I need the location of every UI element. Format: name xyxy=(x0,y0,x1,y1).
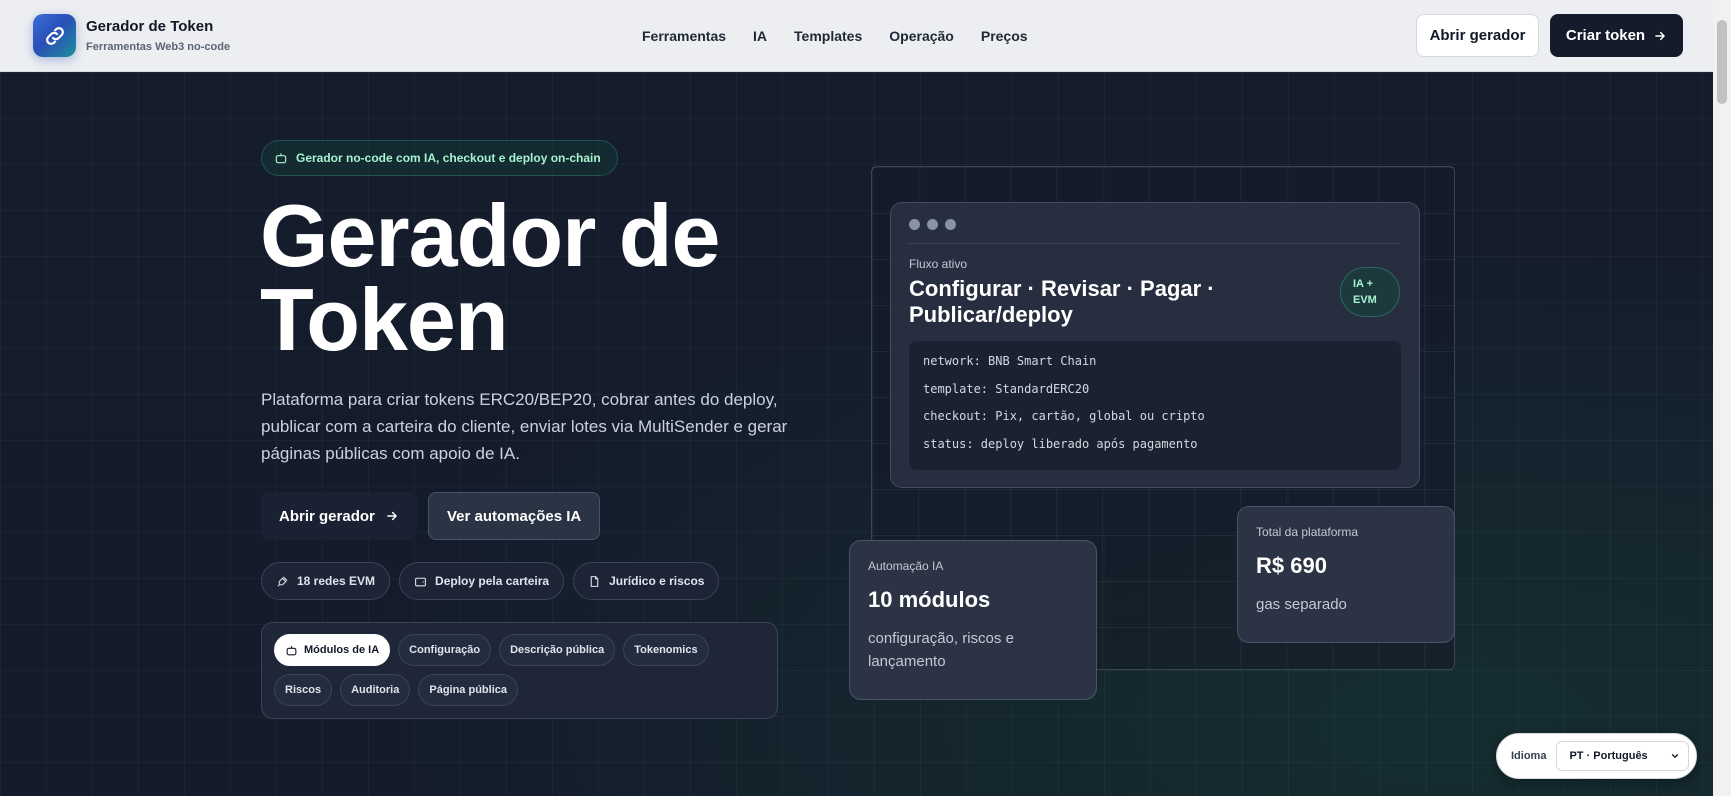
config-code-block: network: BNB Smart Chain template: Stand… xyxy=(909,341,1401,470)
robot-icon xyxy=(275,153,287,164)
chip-legal: Jurídico e riscos xyxy=(573,562,720,600)
code-line-checkout: checkout: Pix, cartão, global ou cripto xyxy=(923,409,1205,423)
nav-operacao[interactable]: Operação xyxy=(889,28,954,44)
feature-pill: Gerador no-code com IA, checkout e deplo… xyxy=(261,140,618,176)
code-line-template: template: StandardERC20 xyxy=(923,381,1090,396)
ai-automation-card: Automação IA 10 módulos configuração, ri… xyxy=(849,540,1097,700)
open-generator-cta-label: Abrir gerador xyxy=(279,507,375,525)
document-icon xyxy=(590,575,599,587)
badge-line1: IA + xyxy=(1353,278,1374,290)
hero-section: Gerador no-code com IA, checkout e deplo… xyxy=(0,72,1713,796)
ia-evm-badge: IA + EVM xyxy=(1340,267,1400,317)
top-header: Gerador de Token Ferramentas Web3 no-cod… xyxy=(0,0,1713,72)
tab-risks[interactable]: Riscos xyxy=(274,674,333,706)
flow-window: Fluxo ativo Configurar · Revisar · Pagar… xyxy=(890,202,1420,488)
chip-legal-label: Jurídico e riscos xyxy=(609,574,705,588)
tabs-row-2: Riscos Auditoria Página pública xyxy=(274,674,518,706)
feature-chips: 18 redes EVM Deploy pela carteira Jurídi… xyxy=(261,562,720,600)
automation-value: 10 módulos xyxy=(868,587,991,612)
tab-ai-modules[interactable]: Módulos de IA xyxy=(274,634,391,666)
page-scrollbar[interactable] xyxy=(1713,0,1731,796)
open-generator-cta[interactable]: Abrir gerador xyxy=(261,492,417,540)
nav-ia[interactable]: IA xyxy=(753,28,767,44)
brand[interactable]: Gerador de Token Ferramentas Web3 no-cod… xyxy=(33,14,230,57)
tab-public-description[interactable]: Descrição pública xyxy=(499,634,616,666)
wallet-icon xyxy=(415,577,426,586)
plug-icon xyxy=(277,576,288,586)
window-dot xyxy=(945,219,956,230)
flow-label: Fluxo ativo xyxy=(909,257,968,271)
badge-line2: EVM xyxy=(1353,294,1377,306)
language-selected: PT · Português xyxy=(1569,750,1648,762)
nav-precos[interactable]: Preços xyxy=(981,28,1028,44)
platform-total-card: Total da plataforma R$ 690 gas separado xyxy=(1237,506,1455,643)
create-token-button[interactable]: Criar token xyxy=(1550,14,1683,57)
total-note: gas separado xyxy=(1256,596,1347,613)
link-logo-icon xyxy=(33,14,76,57)
robot-icon xyxy=(286,645,297,655)
language-select[interactable]: PT · Português xyxy=(1556,741,1690,771)
tab-public-page[interactable]: Página pública xyxy=(418,674,518,706)
language-label: Idioma xyxy=(1511,750,1547,762)
window-divider xyxy=(909,243,1401,244)
brand-title: Gerador de Token xyxy=(86,18,214,35)
flow-title: Configurar · Revisar · Pagar · Publicar/… xyxy=(909,276,1215,327)
chip-wallet-label: Deploy pela carteira xyxy=(435,574,550,588)
language-widget: Idioma PT · Português xyxy=(1496,733,1697,779)
chevron-down-icon xyxy=(1672,754,1679,758)
scrollbar-thumb[interactable] xyxy=(1717,20,1727,104)
hero-title-line2: Token xyxy=(260,270,509,369)
arrow-right-icon xyxy=(1655,31,1665,40)
tab-configuration[interactable]: Configuração xyxy=(398,634,492,666)
hero-title: Gerador de Token xyxy=(260,186,780,369)
ai-modules-tabs: Módulos de IA Configuração Descrição púb… xyxy=(261,622,778,719)
code-line-status: status: deploy liberado após pagamento xyxy=(923,436,1198,451)
window-dots xyxy=(909,219,956,230)
tab-tokenomics[interactable]: Tokenomics xyxy=(623,634,709,666)
main-nav: Ferramentas IA Templates Operação Preços xyxy=(642,0,1055,72)
automation-note: configuração, riscos e lançamento xyxy=(868,630,1014,670)
open-generator-button[interactable]: Abrir gerador xyxy=(1416,14,1539,57)
chip-wallet-deploy: Deploy pela carteira xyxy=(399,562,565,600)
code-line-network: network: BNB Smart Chain xyxy=(923,354,1097,368)
tabs-row-1: Módulos de IA Configuração Descrição púb… xyxy=(274,634,709,666)
feature-pill-text: Gerador no-code com IA, checkout e deplo… xyxy=(296,151,601,165)
window-dot xyxy=(927,219,938,230)
tab-audit[interactable]: Auditoria xyxy=(340,674,411,706)
hero-lead: Plataforma para criar tokens ERC20/BEP20… xyxy=(261,390,788,463)
arrow-right-icon xyxy=(387,511,397,521)
chip-networks: 18 redes EVM xyxy=(261,562,391,600)
chip-networks-label: 18 redes EVM xyxy=(297,574,376,588)
brand-subtitle: Ferramentas Web3 no-code xyxy=(86,41,231,53)
window-dot xyxy=(909,219,920,230)
total-label: Total da plataforma xyxy=(1256,525,1359,539)
create-token-label: Criar token xyxy=(1565,27,1646,44)
hero-title-line1: Gerador de xyxy=(260,186,720,285)
nav-templates[interactable]: Templates xyxy=(794,28,862,44)
view-automations-button[interactable]: Ver automações IA xyxy=(428,492,601,540)
automation-label: Automação IA xyxy=(868,559,944,573)
nav-ferramentas[interactable]: Ferramentas xyxy=(642,28,726,44)
tab-ai-modules-label: Módulos de IA xyxy=(304,644,380,656)
total-value: R$ 690 xyxy=(1256,553,1327,578)
